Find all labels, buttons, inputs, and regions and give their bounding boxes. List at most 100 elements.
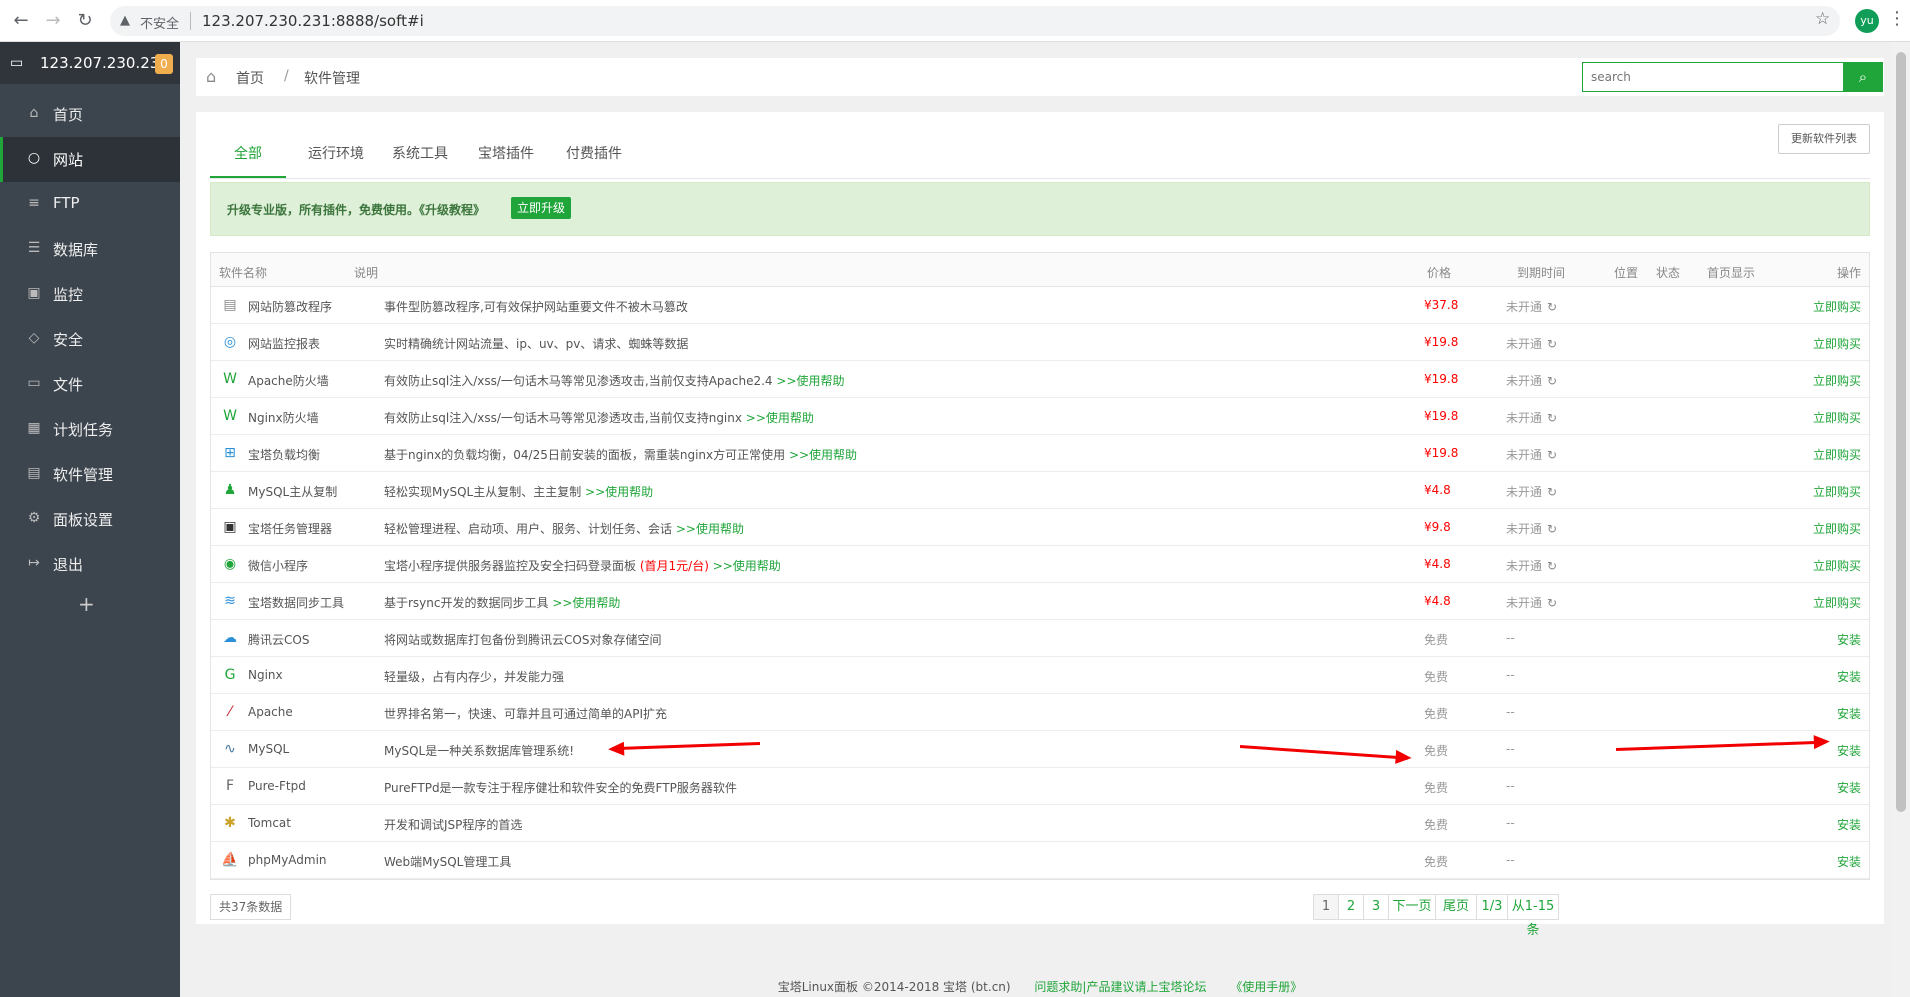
install-button[interactable]: 安装 xyxy=(1837,742,1861,759)
buy-now-button[interactable]: 立即购买 xyxy=(1813,594,1861,611)
forum-link[interactable]: 问题求助|产品建议请上宝塔论坛 xyxy=(1034,980,1206,994)
row-desc: 宝塔小程序提供服务器监控及安全扫码登录面板 (首月1元/台) >>使用帮助 xyxy=(384,557,781,574)
forward-icon[interactable]: → xyxy=(42,10,64,32)
help-link[interactable]: >>使用帮助 xyxy=(776,374,844,388)
upgrade-now-button[interactable]: 立即升级 xyxy=(511,197,572,219)
tab-4[interactable]: 付费插件 xyxy=(552,130,636,178)
help-link[interactable]: >>使用帮助 xyxy=(585,485,653,499)
tab-1[interactable]: 运行环境 xyxy=(294,130,378,178)
install-button[interactable]: 安装 xyxy=(1837,668,1861,685)
refresh-icon[interactable]: ↻ xyxy=(1547,522,1557,536)
header-expire: 到期时间 xyxy=(1517,266,1566,280)
help-link[interactable]: >>使用帮助 xyxy=(709,559,781,573)
refresh-icon[interactable]: ↻ xyxy=(1547,448,1557,462)
menu-dots-icon[interactable]: ⋮ xyxy=(1888,8,1906,29)
page-button-3[interactable]: 下一页 xyxy=(1388,894,1436,920)
add-icon[interactable]: + xyxy=(78,592,95,616)
refresh-icon[interactable]: ↻ xyxy=(1547,559,1557,573)
reload-icon[interactable]: ↻ xyxy=(74,10,96,32)
insecure-label: 不安全 xyxy=(140,17,180,32)
expire-text: 未开通 xyxy=(1506,559,1543,573)
expire-text: 未开通 xyxy=(1506,300,1543,314)
buy-now-button[interactable]: 立即购买 xyxy=(1813,483,1861,500)
sidebar-item-10[interactable]: ↦ 退出 xyxy=(0,542,180,587)
update-list-button[interactable]: 更新软件列表 xyxy=(1778,124,1870,154)
refresh-icon[interactable]: ↻ xyxy=(1547,300,1557,314)
buy-now-button[interactable]: 立即购买 xyxy=(1813,446,1861,463)
page-button-0[interactable]: 1 xyxy=(1313,894,1339,920)
scrollbar[interactable] xyxy=(1892,42,1910,997)
url-text[interactable]: 123.207.230.231:8888/soft#i xyxy=(202,12,424,30)
buy-now-button[interactable]: 立即购买 xyxy=(1813,557,1861,574)
row-desc-text: 轻松管理进程、启动项、用户、服务、计划任务、会话 xyxy=(384,522,676,536)
install-button[interactable]: 安装 xyxy=(1837,779,1861,796)
search-input[interactable] xyxy=(1582,62,1844,92)
help-link[interactable]: >>使用帮助 xyxy=(552,596,620,610)
sidebar-item-0[interactable]: ⌂ 首页 xyxy=(0,92,180,137)
sidebar-item-4[interactable]: ▣ 监控 xyxy=(0,272,180,317)
search-button[interactable]: ⌕ xyxy=(1843,62,1883,92)
bookmark-star-icon[interactable]: ☆ xyxy=(1815,9,1830,29)
scrollbar-thumb[interactable] xyxy=(1896,52,1906,812)
buy-now-button[interactable]: 立即购买 xyxy=(1813,335,1861,352)
help-link[interactable]: >>使用帮助 xyxy=(789,448,857,462)
sidebar-item-5[interactable]: ◇ 安全 xyxy=(0,317,180,362)
install-button[interactable]: 安装 xyxy=(1837,853,1861,870)
buy-now-button[interactable]: 立即购买 xyxy=(1813,409,1861,426)
sidebar-item-2[interactable]: ≡ FTP xyxy=(0,182,180,227)
sidebar-item-1[interactable]: ○ 网站 xyxy=(0,137,180,182)
buy-now-button[interactable]: 立即购买 xyxy=(1813,520,1861,537)
row-name: 腾讯云COS xyxy=(248,633,310,647)
tab-0[interactable]: 全部 xyxy=(210,130,286,178)
refresh-icon[interactable]: ↻ xyxy=(1547,485,1557,499)
sidebar-item-3[interactable]: ☰ 数据库 xyxy=(0,227,180,272)
manual-link[interactable]: 《使用手册》 xyxy=(1230,980,1302,994)
breadcrumb-separator: / xyxy=(284,68,289,84)
install-button[interactable]: 安装 xyxy=(1837,816,1861,833)
install-button[interactable]: 安装 xyxy=(1837,705,1861,722)
row-name: Apache xyxy=(248,705,293,719)
refresh-icon[interactable]: ↻ xyxy=(1547,374,1557,388)
home-icon[interactable]: ⌂ xyxy=(206,67,216,86)
tab-2[interactable]: 系统工具 xyxy=(380,130,460,178)
table-row: F Pure-Ftpd PureFTPd是一款专注于程序健壮和软件安全的免费FTP服… xyxy=(211,768,1869,805)
refresh-icon[interactable]: ↻ xyxy=(1547,596,1557,610)
page-button-2[interactable]: 3 xyxy=(1363,894,1389,920)
sidebar-item-7[interactable]: ▦ 计划任务 xyxy=(0,407,180,452)
search-icon: ⌕ xyxy=(1858,68,1868,86)
folder-icon: ▭ xyxy=(27,375,41,391)
row-desc: Web端MySQL管理工具 xyxy=(384,853,511,870)
help-link[interactable]: >>使用帮助 xyxy=(746,411,814,425)
buy-now-button[interactable]: 立即购买 xyxy=(1813,298,1861,315)
header-desc: 说明 xyxy=(354,266,379,280)
page-button-4[interactable]: 尾页 xyxy=(1435,894,1477,920)
sidebar-item-8[interactable]: ▤ 软件管理 xyxy=(0,452,180,497)
tab-3[interactable]: 宝塔插件 xyxy=(466,130,546,178)
gear-icon: ⚙ xyxy=(27,510,41,526)
sidebar-item-9[interactable]: ⚙ 面板设置 xyxy=(0,497,180,542)
refresh-icon[interactable]: ↻ xyxy=(1547,337,1557,351)
breadcrumb-home[interactable]: 首页 xyxy=(236,68,264,88)
help-link[interactable]: >>使用帮助 xyxy=(676,522,744,536)
upgrade-banner: 升级专业版，所有插件，免费使用。《升级教程》 立即升级 xyxy=(210,182,1870,236)
sidebar-item-6[interactable]: ▭ 文件 xyxy=(0,362,180,407)
expire-text: 未开通 xyxy=(1506,596,1543,610)
profile-avatar[interactable]: yu xyxy=(1855,9,1879,33)
row-desc: 世界排名第一，快速、可靠并且可通过简单的API扩充 xyxy=(384,705,667,722)
back-icon[interactable]: ← xyxy=(10,10,32,32)
row-desc-text: MySQL是一种关系数据库管理系统! xyxy=(384,744,575,758)
page-button-5[interactable]: 1/3 xyxy=(1476,894,1508,920)
expire-text: -- xyxy=(1506,853,1515,867)
notification-badge[interactable]: 0 xyxy=(155,54,173,74)
refresh-icon[interactable]: ↻ xyxy=(1547,411,1557,425)
address-bar[interactable]: ▲ 不安全 123.207.230.231:8888/soft#i xyxy=(110,6,1840,36)
page-button-1[interactable]: 2 xyxy=(1338,894,1364,920)
install-button[interactable]: 安装 xyxy=(1837,631,1861,648)
table-header: 软件名称 说明 价格 到期时间 位置 状态 首页显示 操作 xyxy=(211,253,1869,287)
header-op: 操作 xyxy=(1836,266,1861,280)
page-button-6[interactable]: 从1-15条 xyxy=(1507,894,1559,938)
desktop-icon: ▣ xyxy=(223,519,237,535)
server-brand: ▭ 123.207.230.231 0 xyxy=(0,42,180,84)
row-desc: 基于nginx的负载均衡，04/25日前安装的面板，需重装nginx方可正常使用… xyxy=(384,446,857,463)
buy-now-button[interactable]: 立即购买 xyxy=(1813,372,1861,389)
